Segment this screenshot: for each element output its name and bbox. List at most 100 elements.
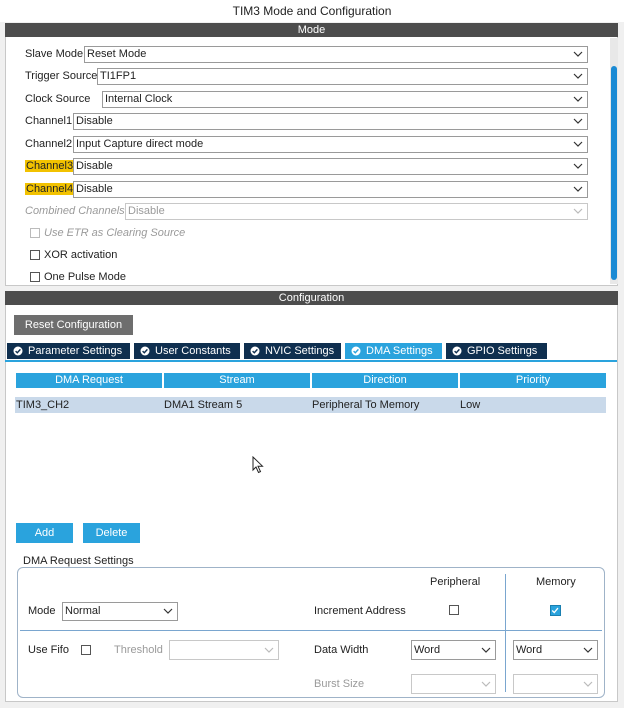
chevron-down-icon bbox=[264, 644, 274, 656]
channel4-value: Disable bbox=[76, 183, 113, 195]
one-pulse-mode-checkbox[interactable] bbox=[30, 272, 40, 282]
threshold-select[interactable] bbox=[169, 640, 279, 660]
mode-scrollbar-thumb[interactable] bbox=[611, 66, 617, 280]
dma-mode-select[interactable]: Normal bbox=[62, 602, 178, 621]
mouse-cursor-icon bbox=[252, 456, 264, 474]
table-cell-direction: Peripheral To Memory bbox=[312, 399, 420, 411]
check-circle-icon bbox=[140, 346, 150, 356]
clock-source-value: Internal Clock bbox=[105, 93, 173, 105]
tab-user-constants[interactable]: User Constants bbox=[134, 343, 240, 359]
settings-divider bbox=[20, 630, 602, 631]
combined-channels-label: Combined Channels bbox=[25, 205, 125, 217]
memory-data-width-select[interactable]: Word bbox=[513, 640, 598, 660]
memory-increment-checkbox[interactable] bbox=[550, 605, 561, 616]
table-cell-dma-request: TIM3_CH2 bbox=[16, 399, 70, 411]
channel3-value: Disable bbox=[76, 160, 113, 172]
use-fifo-checkbox[interactable] bbox=[81, 645, 91, 655]
check-icon bbox=[551, 607, 559, 614]
table-row[interactable] bbox=[15, 397, 606, 413]
table-cell-stream: DMA1 Stream 5 bbox=[164, 399, 243, 411]
tab-label: DMA Settings bbox=[366, 345, 433, 357]
check-circle-icon bbox=[351, 346, 361, 356]
chevron-down-icon bbox=[573, 70, 583, 82]
channel2-select[interactable]: Input Capture direct mode bbox=[73, 136, 588, 153]
tab-parameter-settings[interactable]: Parameter Settings bbox=[7, 343, 130, 359]
column-header-priority[interactable]: Priority bbox=[460, 373, 606, 388]
peripheral-burst-size-select[interactable] bbox=[411, 674, 496, 694]
use-fifo-label: Use Fifo bbox=[28, 644, 69, 656]
check-circle-icon bbox=[250, 346, 260, 356]
slave-mode-value: Reset Mode bbox=[87, 48, 147, 60]
chevron-down-icon bbox=[573, 183, 583, 195]
tab-label: NVIC Settings bbox=[265, 345, 335, 357]
dma-request-settings-title: DMA Request Settings bbox=[21, 555, 136, 567]
dma-mode-value: Normal bbox=[65, 605, 101, 617]
table-cell-priority: Low bbox=[460, 399, 481, 411]
xor-activation-label: XOR activation bbox=[44, 249, 118, 261]
channel3-select[interactable]: Disable bbox=[73, 158, 588, 175]
use-etr-checkbox[interactable] bbox=[30, 228, 40, 238]
chevron-down-icon bbox=[481, 678, 491, 690]
trigger-source-select[interactable]: TI1FP1 bbox=[97, 68, 588, 85]
slave-mode-select[interactable]: Reset Mode bbox=[84, 46, 588, 63]
channel1-select[interactable]: Disable bbox=[73, 113, 588, 130]
chevron-down-icon bbox=[573, 115, 583, 127]
mode-header: Mode bbox=[5, 23, 618, 37]
channel1-label: Channel1 bbox=[25, 115, 73, 127]
use-etr-label: Use ETR as Clearing Source bbox=[44, 227, 186, 239]
chevron-down-icon bbox=[573, 93, 583, 105]
column-header-direction[interactable]: Direction bbox=[312, 373, 458, 388]
combined-channels-value: Disable bbox=[128, 205, 165, 217]
chevron-down-icon bbox=[163, 605, 173, 617]
channel2-label: Channel2 bbox=[25, 138, 73, 150]
chevron-down-icon bbox=[481, 644, 491, 656]
delete-button[interactable]: Delete bbox=[83, 523, 140, 543]
memory-column-label: Memory bbox=[536, 576, 576, 588]
column-divider bbox=[505, 574, 506, 692]
check-circle-icon bbox=[452, 346, 462, 356]
tab-label: User Constants bbox=[155, 345, 231, 357]
configuration-header: Configuration bbox=[5, 291, 618, 305]
chevron-down-icon bbox=[583, 678, 593, 690]
clock-source-label: Clock Source bbox=[25, 93, 91, 105]
peripheral-column-label: Peripheral bbox=[430, 576, 481, 588]
clock-source-select[interactable]: Internal Clock bbox=[102, 91, 588, 108]
check-circle-icon bbox=[13, 346, 23, 356]
chevron-down-icon bbox=[573, 205, 583, 217]
memory-burst-size-select[interactable] bbox=[513, 674, 598, 694]
chevron-down-icon bbox=[583, 644, 593, 656]
tab-label: GPIO Settings bbox=[467, 345, 538, 357]
mode-label: Mode bbox=[28, 605, 56, 617]
column-header-stream[interactable]: Stream bbox=[164, 373, 310, 388]
chevron-down-icon bbox=[573, 48, 583, 60]
column-header-dma-request[interactable]: DMA Request bbox=[16, 373, 162, 388]
trigger-source-value: TI1FP1 bbox=[100, 70, 137, 82]
channel1-value: Disable bbox=[76, 115, 113, 127]
combined-channels-select[interactable]: Disable bbox=[125, 203, 588, 220]
burst-size-label: Burst Size bbox=[314, 678, 365, 690]
trigger-source-label: Trigger Source bbox=[25, 70, 98, 82]
tab-dma-settings[interactable]: DMA Settings bbox=[345, 343, 442, 359]
chevron-down-icon bbox=[573, 160, 583, 172]
window-title: TIM3 Mode and Configuration bbox=[0, 0, 624, 22]
peripheral-data-width-select[interactable]: Word bbox=[411, 640, 496, 660]
xor-activation-checkbox[interactable] bbox=[30, 250, 40, 260]
channel4-label: Channel4 bbox=[25, 183, 75, 195]
add-button[interactable]: Add bbox=[16, 523, 73, 543]
memory-data-width-value: Word bbox=[516, 644, 543, 656]
data-width-label: Data Width bbox=[314, 644, 369, 656]
chevron-down-icon bbox=[573, 138, 583, 150]
channel3-label: Channel3 bbox=[25, 160, 75, 172]
peripheral-data-width-value: Word bbox=[414, 644, 441, 656]
threshold-label: Threshold bbox=[114, 644, 163, 656]
channel2-value: Input Capture direct mode bbox=[76, 138, 204, 150]
tab-underline bbox=[5, 360, 617, 362]
increment-address-label: Increment Address bbox=[314, 605, 406, 617]
tab-label: Parameter Settings bbox=[28, 345, 123, 357]
tab-nvic-settings[interactable]: NVIC Settings bbox=[244, 343, 341, 359]
peripheral-increment-checkbox[interactable] bbox=[449, 605, 459, 615]
reset-configuration-button[interactable]: Reset Configuration bbox=[14, 315, 133, 335]
tab-gpio-settings[interactable]: GPIO Settings bbox=[446, 343, 547, 359]
slave-mode-label: Slave Mode bbox=[25, 48, 84, 60]
channel4-select[interactable]: Disable bbox=[73, 181, 588, 198]
